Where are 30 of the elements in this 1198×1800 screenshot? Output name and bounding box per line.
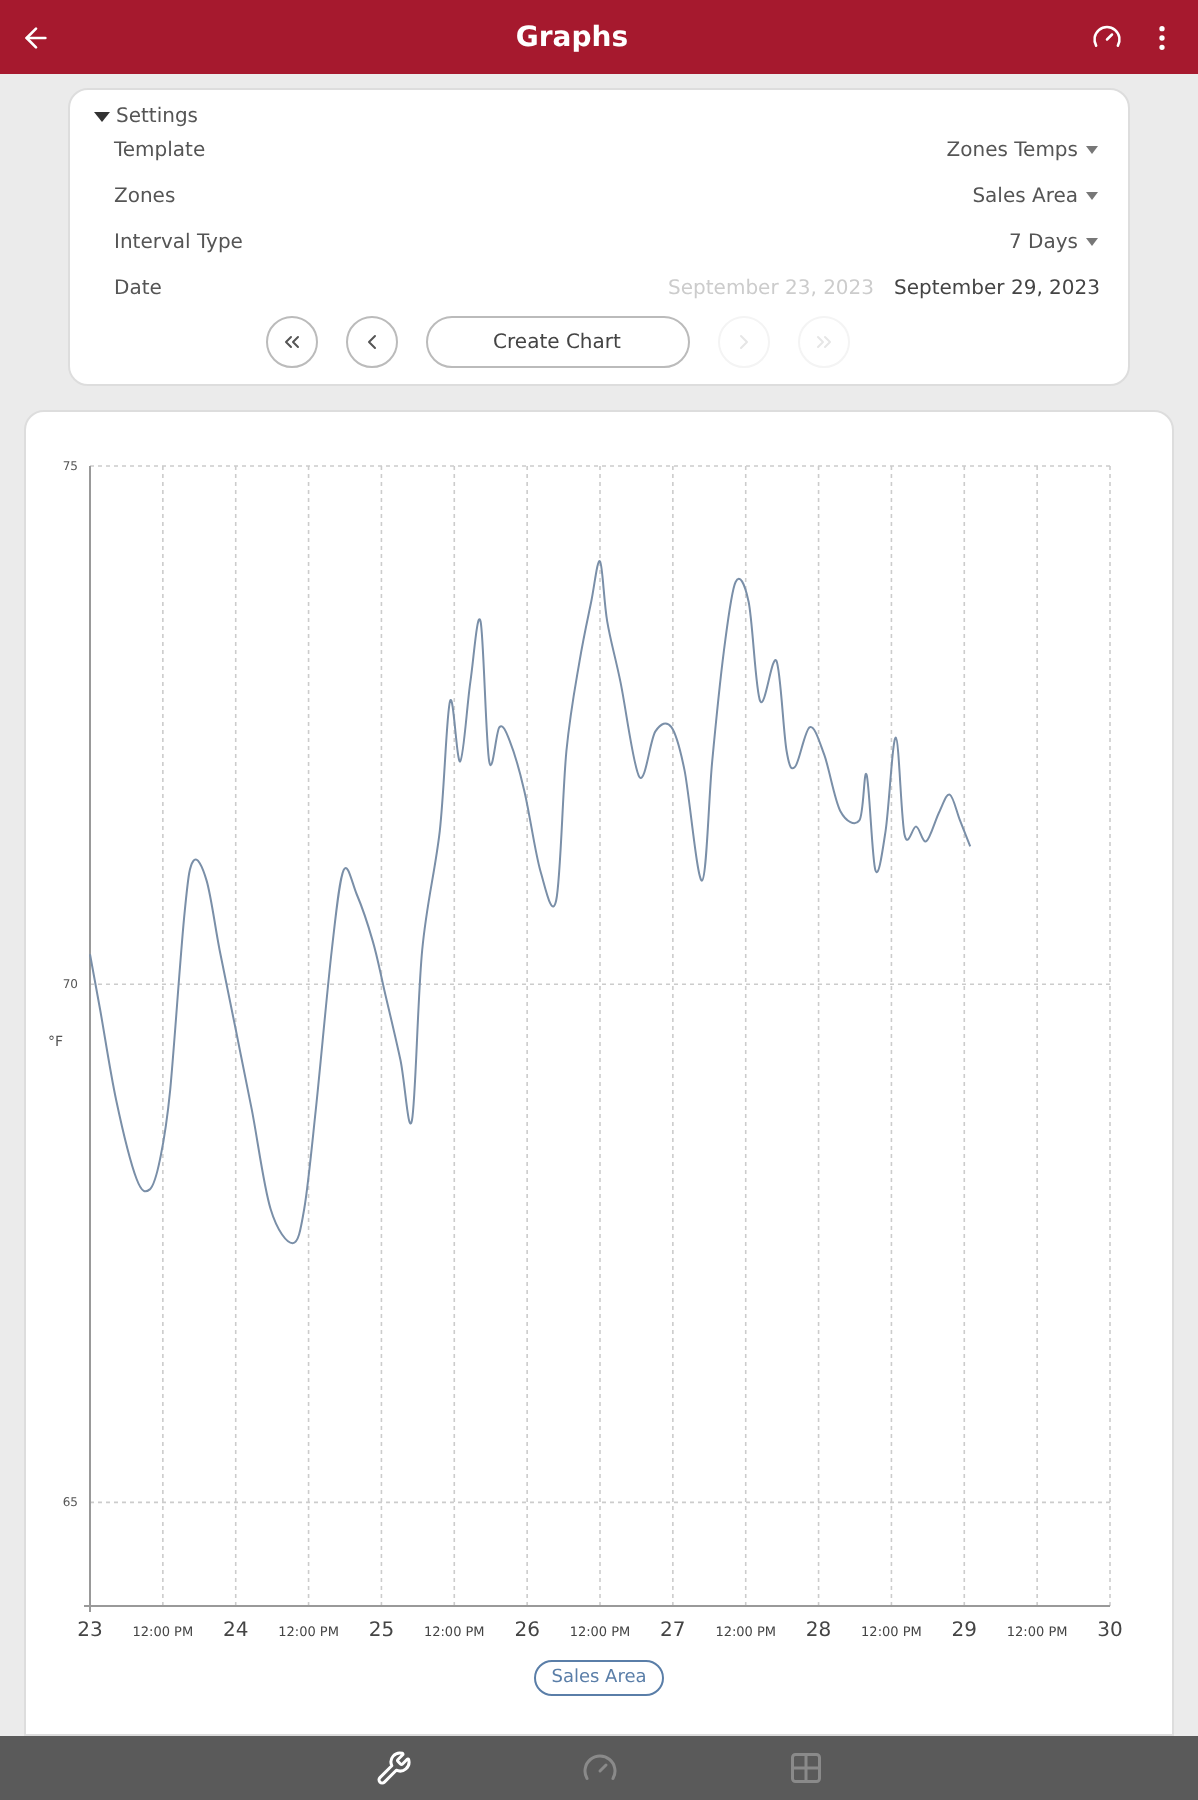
setting-label: Zones [114,186,176,208]
settings-toggle[interactable]: Settings [94,106,199,128]
setting-dropdown[interactable]: 7 Days [1009,232,1100,254]
x-tick-label: 26 [514,1620,540,1642]
first-page-button[interactable] [265,316,317,368]
setting-dropdown[interactable]: Zones Temps [946,140,1100,162]
gauge-icon[interactable] [1092,22,1122,52]
tools-icon[interactable] [375,1750,411,1786]
x-tick-label: 27 [660,1620,686,1642]
x-tick-label: 29 [951,1620,977,1642]
back-icon[interactable] [20,21,52,53]
x-tick-label: 28 [805,1620,832,1642]
x-tick-label: 24 [223,1620,249,1642]
legend-chip[interactable]: Sales Area [533,1660,665,1696]
x-tick-label: 25 [368,1620,395,1642]
caret-icon [94,111,110,123]
caret-icon [1084,145,1100,157]
setting-label: Template [114,140,206,162]
setting-label: Date [114,278,162,300]
chevron-icon [279,330,303,354]
caret-icon [1084,237,1100,249]
x-tick-label: 23 [77,1620,103,1642]
setting-dropdown[interactable]: Sales Area [972,186,1100,208]
chevron-icon [811,330,835,354]
setting-label: Interval Type [114,232,243,254]
page-title: Graphs [513,21,631,53]
end-date[interactable]: September 29, 2023 [894,278,1100,300]
create-chart-button[interactable]: Create Chart [425,316,689,368]
x-tick-label: 30 [1097,1620,1123,1642]
caret-icon [1084,191,1100,203]
